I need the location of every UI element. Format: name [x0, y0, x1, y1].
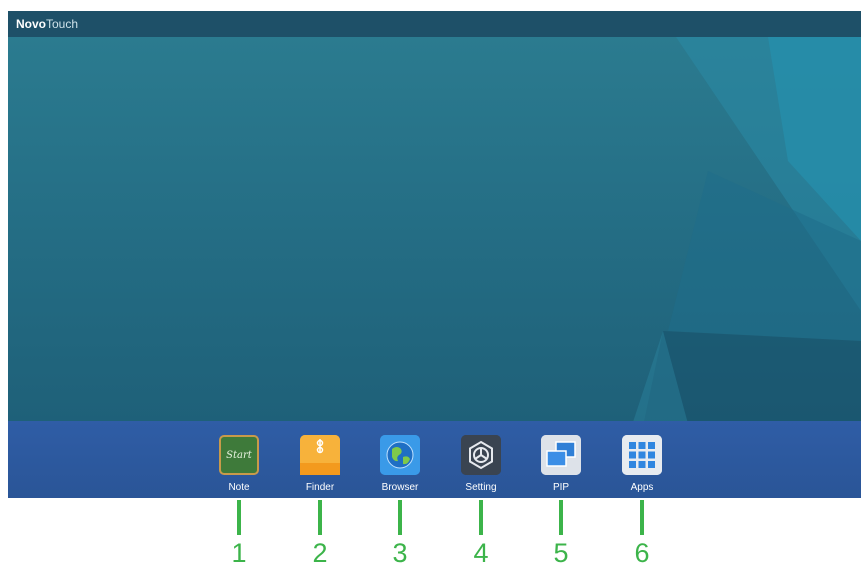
dock-item-setting[interactable]: Setting — [451, 435, 511, 495]
browser-globe-icon — [380, 435, 420, 475]
dock-item-pip[interactable]: PIP — [531, 435, 591, 495]
callout-number: 1 — [231, 538, 247, 565]
callout-line — [559, 500, 563, 535]
dock-item-note[interactable]: Start Note — [209, 435, 269, 495]
note-icon-text: Start — [226, 449, 252, 461]
dock-bar: Start Note Finder Browser Setting PIP Ap… — [8, 421, 861, 498]
callout-4: 4 — [466, 500, 496, 565]
title-bar: Novo Touch — [8, 11, 861, 37]
callout-number: 6 — [634, 538, 650, 565]
dock-label-pip: PIP — [552, 482, 570, 493]
note-chalkboard-icon: Start — [219, 435, 259, 475]
desktop-screen: Novo Touch Start Note Finder Browser Set… — [8, 11, 861, 498]
dock-label-browser: Browser — [381, 482, 419, 493]
dock-label-finder: Finder — [305, 482, 335, 493]
dock-item-finder[interactable]: Finder — [290, 435, 350, 495]
callout-number: 4 — [473, 538, 489, 565]
brand-name-light: Touch — [46, 17, 79, 31]
callout-2: 2 — [305, 500, 335, 565]
callout-line — [479, 500, 483, 535]
setting-gear-icon — [461, 435, 501, 475]
dock-item-apps[interactable]: Apps — [612, 435, 672, 495]
finder-folder-icon — [300, 435, 340, 475]
callout-line — [640, 500, 644, 535]
callout-1: 1 — [224, 500, 254, 565]
pip-windows-icon — [541, 435, 581, 475]
dock-item-browser[interactable]: Browser — [370, 435, 430, 495]
callout-3: 3 — [385, 500, 415, 565]
callout-number: 5 — [553, 538, 569, 565]
dock-label-apps: Apps — [630, 482, 654, 493]
dock-label-setting: Setting — [465, 482, 497, 493]
apps-grid-icon — [622, 435, 662, 475]
callout-line — [318, 500, 322, 535]
callout-number: 2 — [312, 538, 328, 565]
callout-5: 5 — [546, 500, 576, 565]
brand-name-bold: Novo — [16, 17, 46, 31]
dock-label-note: Note — [228, 482, 250, 493]
callout-6: 6 — [627, 500, 657, 565]
callout-number: 3 — [392, 538, 408, 565]
callout-line — [237, 500, 241, 535]
callout-line — [398, 500, 402, 535]
